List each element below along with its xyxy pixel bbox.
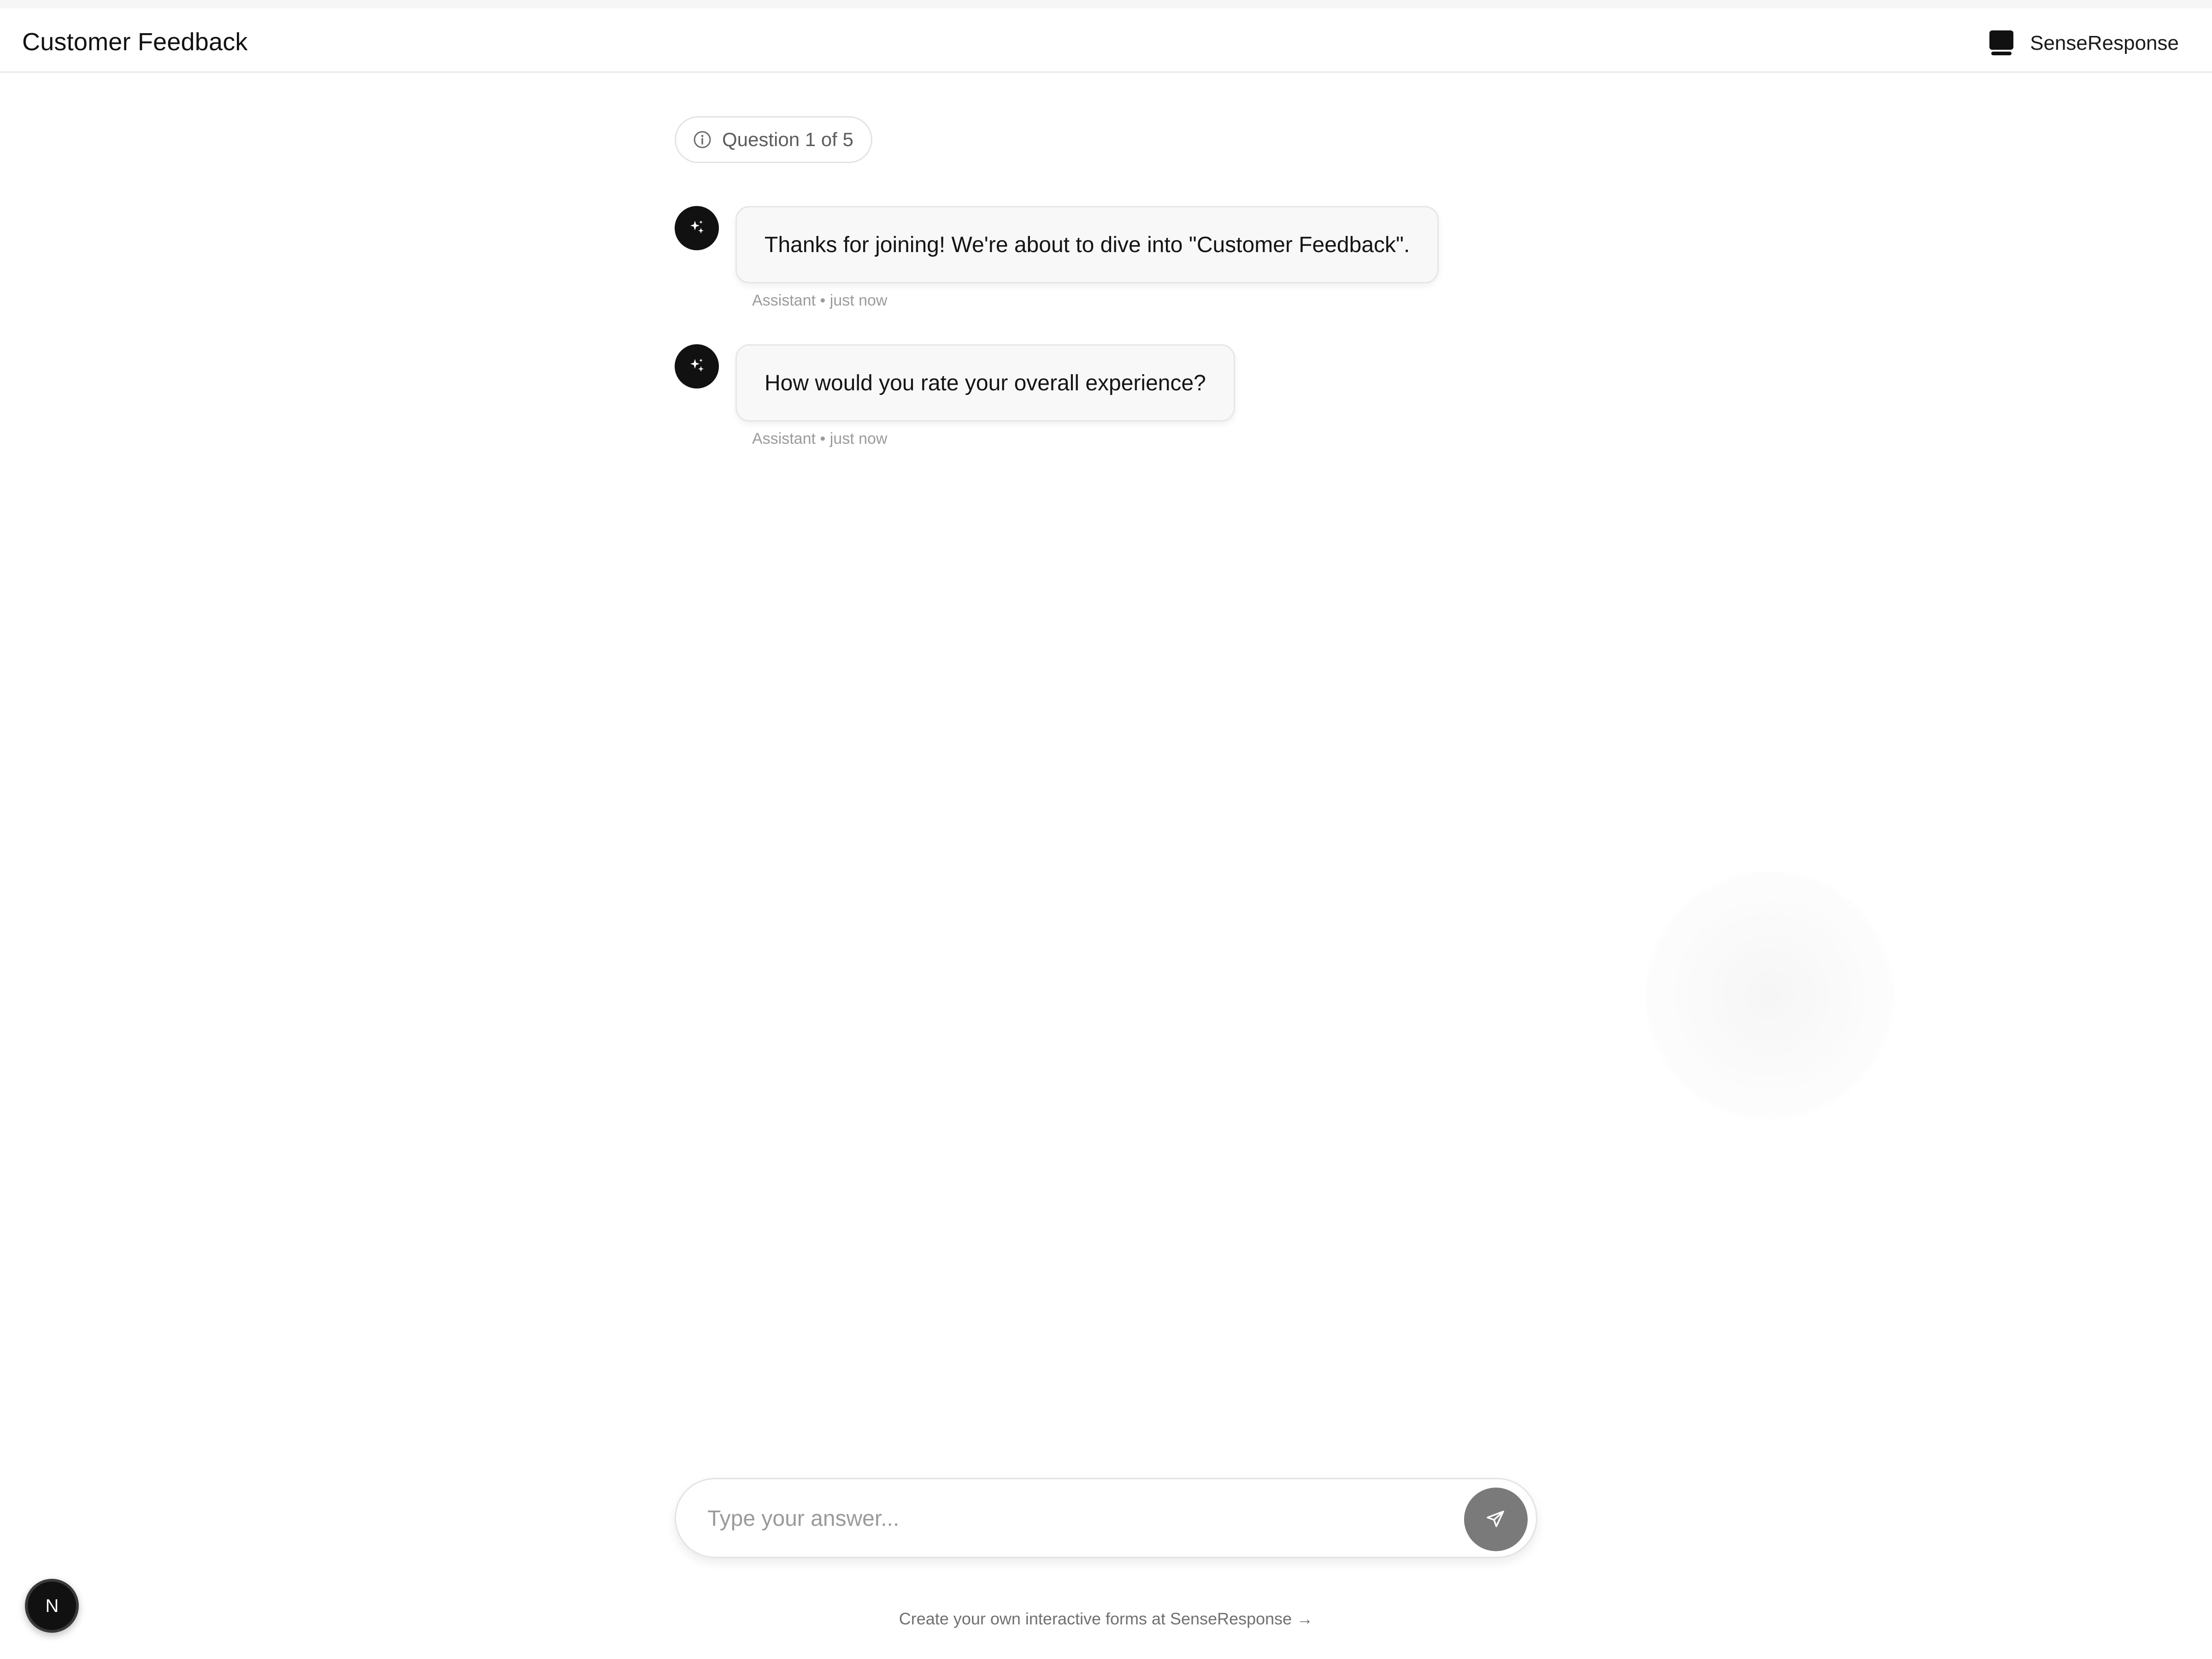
brand-name: SenseResponse (2030, 32, 2179, 54)
message-meta: Assistant • just now (752, 292, 888, 309)
message-bubble: Thanks for joining! We're about to dive … (735, 206, 1439, 283)
assistant-avatar (675, 206, 719, 250)
info-icon (693, 130, 712, 149)
decorative-circle (1645, 871, 1894, 1120)
page-title: Customer Feedback (22, 28, 248, 56)
answer-input[interactable] (706, 1493, 1388, 1544)
footer-link[interactable]: Create your own interactive forms at Sen… (0, 1609, 2212, 1629)
chat-page: Customer Feedback SenseResponse Question… (0, 0, 2212, 1659)
answer-composer (675, 1478, 1537, 1558)
monitor-icon (1987, 29, 2016, 58)
footer-link-text: Create your own interactive forms at Sen… (899, 1609, 1292, 1628)
next-logo-icon: N (45, 1596, 59, 1616)
assistant-avatar (675, 344, 719, 388)
message-bubble: How would you rate your overall experien… (735, 344, 1235, 422)
sparkle-icon (688, 218, 706, 239)
send-icon (1485, 1508, 1507, 1531)
sparkle-icon (688, 356, 706, 377)
arrow-right-icon: → (1296, 1609, 1313, 1628)
message-meta: Assistant • just now (752, 430, 888, 447)
dev-tools-badge[interactable]: N (25, 1579, 79, 1633)
send-button[interactable] (1464, 1488, 1528, 1551)
brand-link[interactable]: SenseResponse (1987, 27, 2179, 60)
question-progress-badge: Question 1 of 5 (675, 116, 872, 163)
question-progress-label: Question 1 of 5 (722, 129, 853, 150)
svg-text:N: N (45, 1596, 59, 1616)
top-bar: Customer Feedback SenseResponse (0, 0, 2212, 73)
